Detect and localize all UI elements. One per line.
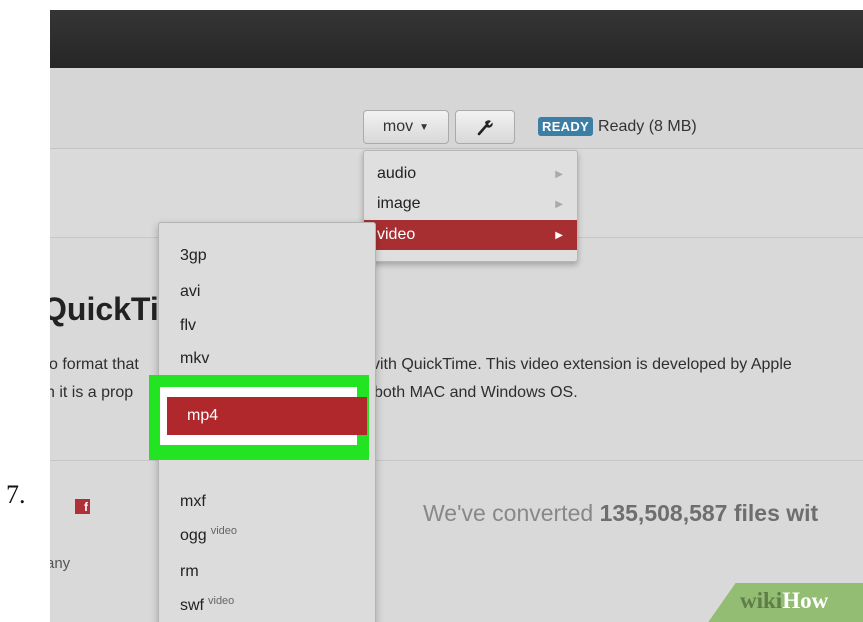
- description-line-2-right: both MAC and Windows OS.: [374, 384, 578, 401]
- company-text: any: [50, 555, 71, 572]
- status-text: Ready (8 MB): [598, 117, 697, 135]
- page-heading: QuickTi: [50, 291, 159, 327]
- format-dropdown-button[interactable]: mov ▼: [363, 110, 449, 144]
- chevron-right-icon: ▶: [555, 229, 563, 241]
- menu-item-label: image: [377, 195, 421, 212]
- settings-button[interactable]: [455, 110, 515, 144]
- format-item-avi[interactable]: avi: [180, 283, 200, 301]
- format-item-mkv[interactable]: mkv: [180, 350, 209, 368]
- format-item-mxf[interactable]: mxf: [180, 493, 206, 511]
- wrench-icon: [477, 120, 493, 136]
- watermark-how: How: [782, 588, 829, 613]
- format-item-ogg[interactable]: ogg video: [180, 525, 237, 545]
- conversion-count: 135,508,587 files: [599, 500, 780, 526]
- format-item-rm[interactable]: rm: [180, 563, 199, 581]
- status-indicator: READY Ready (8 MB): [538, 117, 697, 136]
- format-item-flv[interactable]: flv: [180, 317, 196, 335]
- browser-top-bar: [50, 10, 863, 68]
- watermark-wiki: wiki: [740, 588, 783, 613]
- facebook-icon[interactable]: f: [75, 499, 90, 514]
- conversion-prefix: We've converted: [423, 500, 594, 526]
- description-line-1-left: o format that: [50, 356, 139, 373]
- format-item-mp4[interactable]: mp4: [167, 397, 367, 435]
- highlight-box: mp4: [149, 375, 369, 460]
- description-line-1-right: vith QuickTime. This video extension is …: [372, 356, 792, 373]
- format-dropdown-label: mov: [382, 118, 414, 135]
- chevron-right-icon: ▶: [555, 168, 563, 180]
- description-line-2-left: h it is a prop: [50, 384, 134, 401]
- format-item-swf[interactable]: swf video: [180, 595, 234, 615]
- conversion-suffix: wit: [786, 500, 819, 526]
- format-category-menu: audio ▶ image ▶ video ▶: [363, 150, 578, 262]
- menu-item-label: audio: [377, 165, 417, 182]
- chevron-right-icon: ▶: [555, 198, 563, 210]
- menu-item-audio[interactable]: audio ▶: [364, 159, 577, 189]
- menu-item-label: video: [377, 226, 416, 243]
- format-item-label: mp4: [187, 407, 219, 424]
- format-item-3gp[interactable]: 3gp: [180, 247, 207, 265]
- caret-down-icon: ▼: [419, 121, 430, 133]
- menu-item-video[interactable]: video ▶: [364, 220, 577, 250]
- status-badge: READY: [538, 117, 594, 136]
- screenshot-frame: mov ▼ READY Ready (8 MB) audio ▶ image ▶…: [50, 10, 863, 622]
- wikihow-watermark: wikiHow: [740, 588, 828, 614]
- menu-item-image[interactable]: image ▶: [364, 189, 577, 219]
- format-tag: video: [208, 595, 235, 607]
- step-number: 7.: [6, 480, 26, 509]
- conversion-counter: We've converted 135,508,587 files wit: [423, 500, 818, 527]
- format-tag: video: [210, 525, 237, 537]
